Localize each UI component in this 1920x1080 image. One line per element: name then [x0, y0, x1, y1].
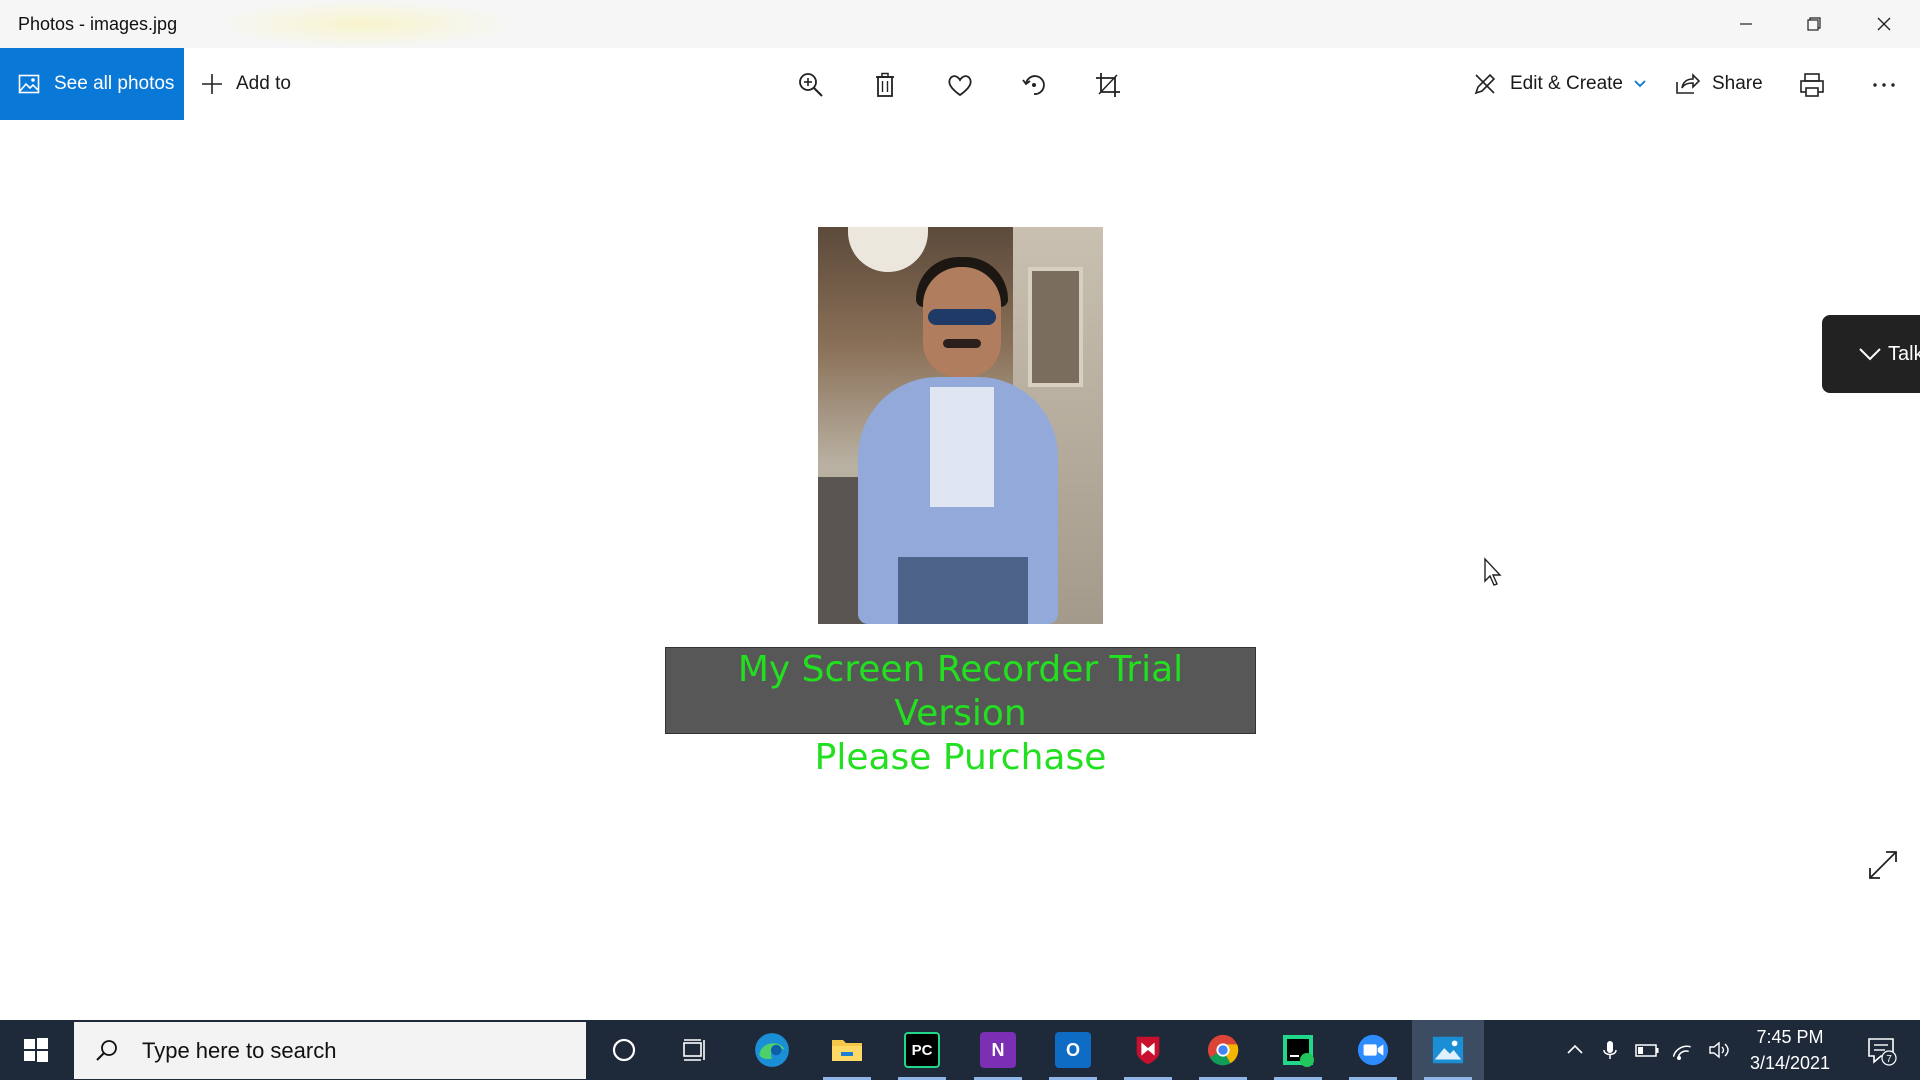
- outlook-icon: O: [1055, 1032, 1091, 1068]
- taskbar-zoom[interactable]: [1337, 1020, 1409, 1080]
- microphone-icon: [1603, 1041, 1617, 1059]
- microphone-tray[interactable]: [1597, 1020, 1623, 1080]
- edit-create-button[interactable]: Edit & Create: [1472, 48, 1647, 120]
- show-hidden-icons-button[interactable]: [1560, 1020, 1590, 1080]
- taskbar: Type here to search PC N O 7:45 PM 3/14/…: [0, 1020, 1920, 1080]
- volume-icon: [1709, 1041, 1729, 1059]
- photo-image[interactable]: [818, 227, 1103, 624]
- windows-logo-icon: [24, 1038, 48, 1062]
- taskbar-onenote[interactable]: N: [962, 1020, 1034, 1080]
- taskbar-pycharm[interactable]: PC: [886, 1020, 958, 1080]
- crop-icon: [1096, 73, 1120, 97]
- mouse-cursor-icon: [1484, 557, 1502, 586]
- edit-create-label: Edit & Create: [1510, 73, 1623, 94]
- crop-button[interactable]: [1093, 70, 1123, 100]
- talk-label: Talk: [1888, 342, 1920, 365]
- pycharm-icon: PC: [904, 1032, 940, 1068]
- close-icon: [1877, 17, 1891, 31]
- more-options-button[interactable]: [1869, 70, 1899, 100]
- volume-tray[interactable]: [1704, 1020, 1734, 1080]
- taskbar-chrome[interactable]: [1187, 1020, 1259, 1080]
- onenote-icon: N: [980, 1032, 1016, 1068]
- rotate-icon: [1022, 75, 1045, 95]
- close-button[interactable]: [1850, 0, 1918, 48]
- pycharm-ce-icon: [1283, 1035, 1314, 1067]
- watermark-line-2: Please Purchase: [814, 737, 1107, 778]
- battery-icon: [1635, 1044, 1659, 1057]
- share-label: Share: [1712, 73, 1763, 94]
- favorite-button[interactable]: [945, 70, 975, 100]
- start-button[interactable]: [0, 1020, 72, 1080]
- photos-icon: [1432, 1036, 1464, 1064]
- taskbar-search-box[interactable]: Type here to search: [74, 1022, 586, 1079]
- file-explorer-icon: [832, 1040, 862, 1061]
- battery-tray[interactable]: [1632, 1020, 1662, 1080]
- title-bar: Photos - images.jpg: [0, 0, 1920, 48]
- zoom-in-icon: [799, 73, 823, 97]
- chevron-up-icon: [1567, 1044, 1583, 1054]
- notification-icon: 7: [1868, 1038, 1897, 1066]
- share-button[interactable]: Share: [1674, 48, 1763, 120]
- edit-create-icon: [1474, 73, 1496, 95]
- cortana-icon: [612, 1038, 636, 1062]
- print-button[interactable]: [1797, 70, 1827, 100]
- wifi-icon: [1673, 1045, 1691, 1060]
- restore-icon: [1807, 17, 1821, 31]
- mcafee-icon: [1136, 1036, 1160, 1065]
- title-bar-glow: [215, 0, 515, 48]
- zoom-button[interactable]: [796, 70, 826, 100]
- plus-icon: [202, 74, 222, 94]
- share-icon: [1676, 73, 1700, 94]
- taskbar-edge[interactable]: [736, 1020, 808, 1080]
- see-all-photos-button[interactable]: See all photos: [0, 48, 184, 120]
- chrome-icon: [1207, 1034, 1239, 1066]
- talk-panel[interactable]: Talk: [1822, 315, 1920, 393]
- see-all-photos-label: See all photos: [54, 73, 175, 94]
- network-tray[interactable]: [1670, 1020, 1700, 1080]
- rotate-button[interactable]: [1019, 70, 1049, 100]
- taskbar-photos[interactable]: [1412, 1020, 1484, 1080]
- edge-icon: [755, 1033, 789, 1067]
- fullscreen-button[interactable]: [1866, 848, 1900, 882]
- chevron-down-icon: [1859, 348, 1881, 361]
- cortana-button[interactable]: [588, 1020, 660, 1080]
- clock-date: 3/14/2021: [1749, 1053, 1831, 1073]
- watermark-line-1: My Screen Recorder Trial Version: [737, 649, 1184, 734]
- add-to-label: Add to: [236, 73, 291, 94]
- minimize-button[interactable]: [1712, 0, 1780, 48]
- add-to-button[interactable]: Add to: [200, 48, 291, 120]
- window-title: Photos - images.jpg: [18, 14, 178, 34]
- taskbar-clock[interactable]: 7:45 PM 3/14/2021: [1735, 1024, 1845, 1076]
- photo-gallery-icon: [18, 74, 40, 94]
- trash-icon: [876, 72, 894, 97]
- task-view-button[interactable]: [660, 1020, 732, 1080]
- action-center-button[interactable]: 7: [1855, 1020, 1907, 1080]
- restore-button[interactable]: [1780, 0, 1848, 48]
- notification-count: 7: [1886, 1054, 1892, 1065]
- taskbar-outlook[interactable]: O: [1037, 1020, 1109, 1080]
- search-icon: [96, 1039, 117, 1061]
- heart-icon: [948, 75, 972, 97]
- chevron-down-icon: [1634, 80, 1646, 88]
- toolbar: See all photos Add to Edit & Create Shar…: [0, 48, 1920, 120]
- more-icon: [1873, 83, 1895, 87]
- minimize-icon: [1740, 23, 1752, 25]
- clock-time: 7:45 PM: [1756, 1027, 1824, 1047]
- task-view-icon: [683, 1039, 705, 1061]
- search-placeholder: Type here to search: [142, 1037, 337, 1063]
- zoom-icon: [1357, 1034, 1389, 1066]
- recorder-watermark: My Screen Recorder Trial Version Please …: [665, 647, 1256, 778]
- delete-button[interactable]: [870, 70, 900, 100]
- taskbar-file-explorer[interactable]: [811, 1020, 883, 1080]
- taskbar-pycharm-ce[interactable]: [1262, 1020, 1334, 1080]
- taskbar-mcafee[interactable]: [1112, 1020, 1184, 1080]
- print-icon: [1800, 73, 1824, 97]
